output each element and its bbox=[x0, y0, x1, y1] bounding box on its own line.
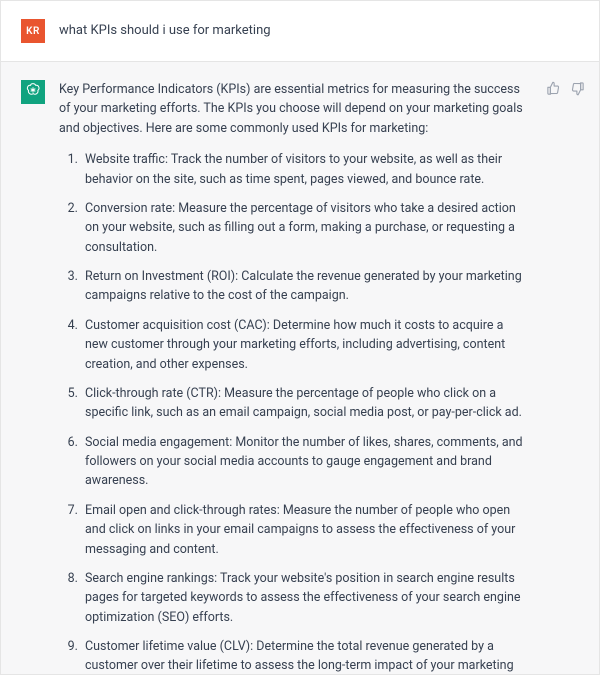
assistant-intro: Key Performance Indicators (KPIs) are es… bbox=[59, 80, 527, 138]
feedback-buttons bbox=[545, 82, 585, 98]
list-item: Website traffic: Track the number of vis… bbox=[81, 150, 527, 189]
assistant-avatar bbox=[21, 80, 45, 104]
list-item: Customer lifetime value (CLV): Determine… bbox=[81, 637, 527, 674]
assistant-message-content: Key Performance Indicators (KPIs) are es… bbox=[59, 80, 531, 674]
list-item: Email open and click-through rates: Meas… bbox=[81, 501, 527, 559]
user-message-text: what KPIs should i use for marketing bbox=[59, 19, 271, 43]
chat-container: KR what KPIs should i use for marketing … bbox=[0, 0, 600, 675]
list-item: Customer acquisition cost (CAC): Determi… bbox=[81, 316, 527, 374]
kpi-list: Website traffic: Track the number of vis… bbox=[59, 150, 527, 674]
user-avatar: KR bbox=[21, 19, 45, 43]
user-message-row: KR what KPIs should i use for marketing bbox=[1, 1, 599, 61]
thumbs-down-icon bbox=[570, 81, 585, 100]
thumbs-down-button[interactable] bbox=[569, 82, 585, 98]
list-item: Search engine rankings: Track your websi… bbox=[81, 569, 527, 627]
list-item: Conversion rate: Measure the percentage … bbox=[81, 199, 527, 257]
assistant-message-row: Key Performance Indicators (KPIs) are es… bbox=[1, 61, 599, 674]
list-item: Return on Investment (ROI): Calculate th… bbox=[81, 267, 527, 306]
list-item: Social media engagement: Monitor the num… bbox=[81, 433, 527, 491]
chatgpt-icon bbox=[25, 82, 41, 102]
list-item: Click-through rate (CTR): Measure the pe… bbox=[81, 384, 527, 423]
thumbs-up-icon bbox=[546, 81, 561, 100]
thumbs-up-button[interactable] bbox=[545, 82, 561, 98]
